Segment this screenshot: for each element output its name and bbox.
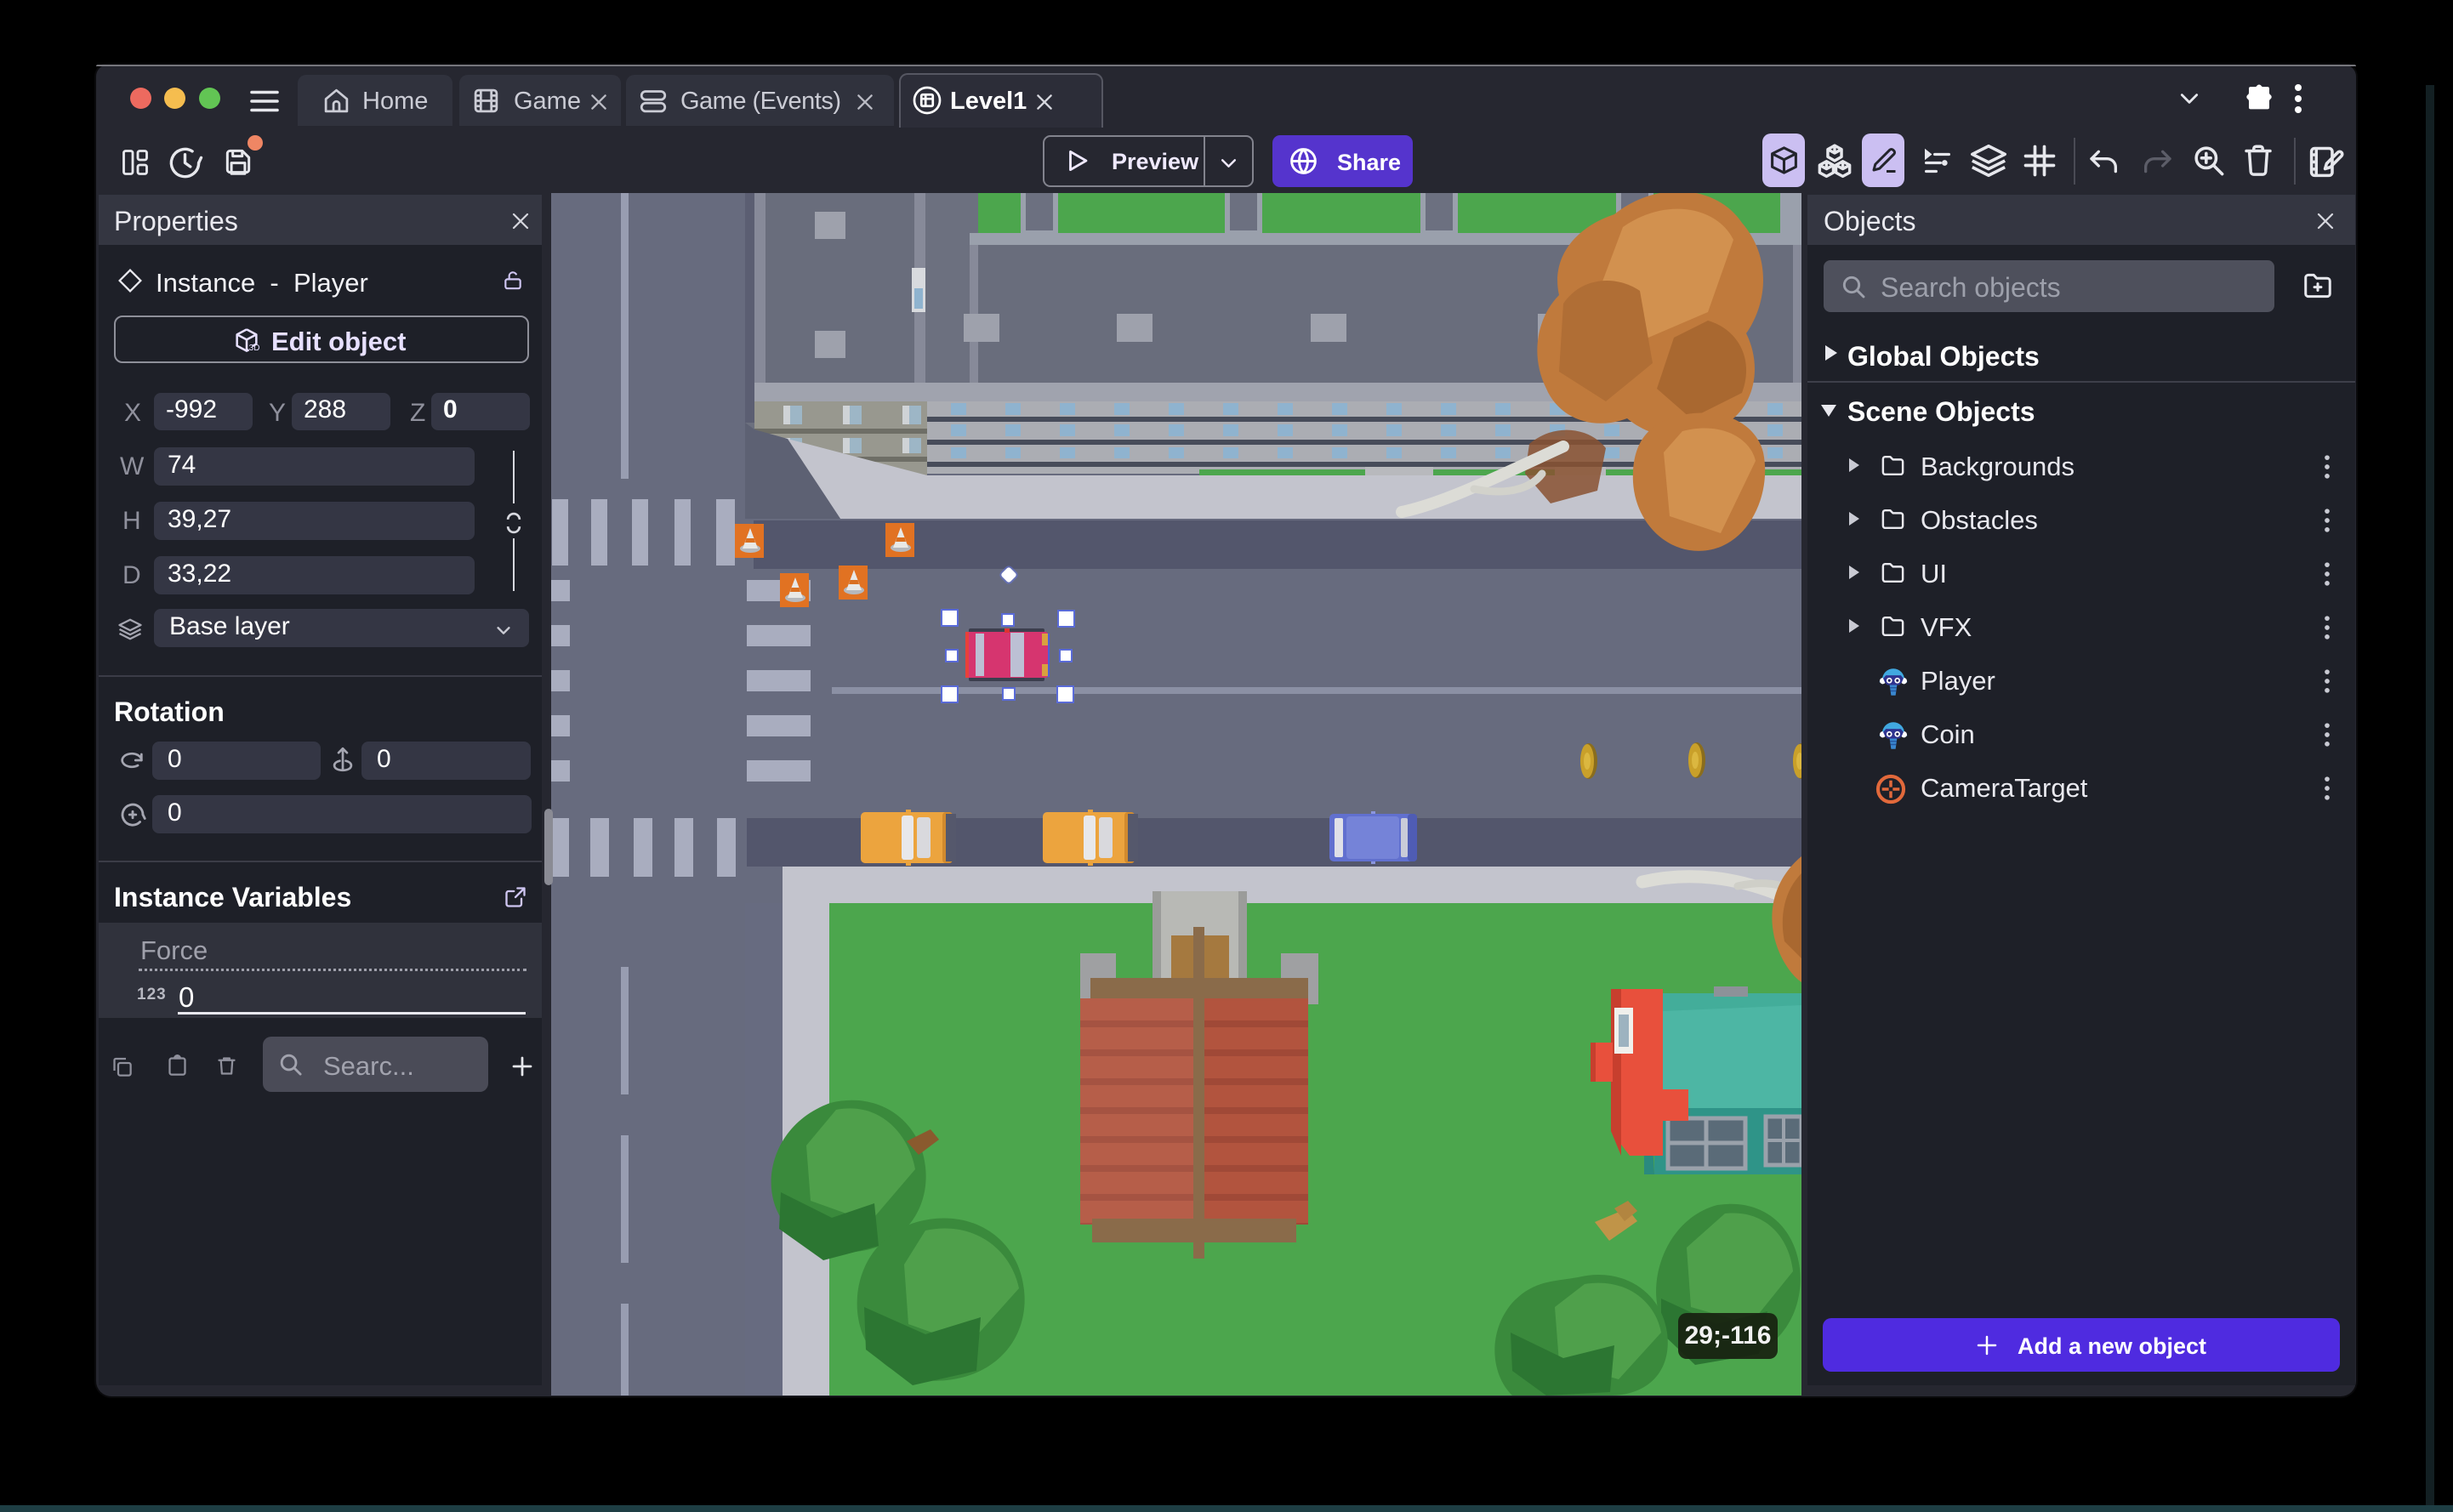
svg-text:3D: 3D: [249, 344, 260, 353]
